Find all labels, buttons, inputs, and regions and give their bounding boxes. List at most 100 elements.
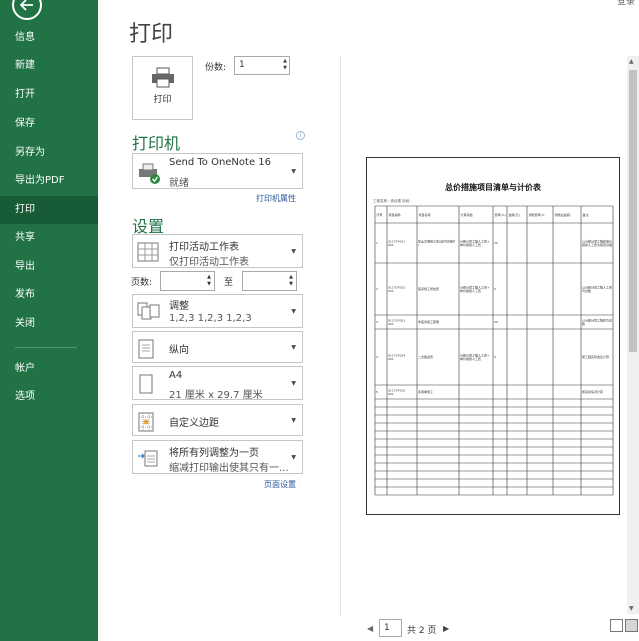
copies-input[interactable]: 1 ▲ ▼ [234,56,290,75]
sidebar-item[interactable]: 导出 [0,253,98,281]
sidebar-item[interactable]: 发布 [0,281,98,309]
pages-to-input[interactable]: ▲ ▼ [242,271,297,291]
margins-dropdown[interactable]: 自定义边距 ▼ [132,404,303,436]
table-cell: 4 [376,355,378,359]
print-what-dropdown[interactable]: 打印活动工作表 仅打印活动工作表 ▼ [132,234,303,268]
table-cell: 安全文明施工费(含环境保护 [418,238,455,243]
scaling-desc: 缩减打印输出使其只有一... [169,463,289,474]
table-cell: 为基数 [582,288,591,293]
table-cell: 非夜间施工照明 [418,319,439,324]
table-cell: 单价措施人工费 [460,242,481,247]
current-page-input[interactable]: 1 [379,619,402,637]
sidebar-item[interactable]: 打开 [0,81,98,109]
table-cell: 2 [376,287,378,291]
preview-scrollbar[interactable]: ▲ ▼ [627,56,639,614]
chevron-down-icon: ▼ [291,454,296,461]
worksheet-grid-icon [137,242,159,262]
scroll-down-icon[interactable]: ▼ [629,605,634,612]
table-cell: ) [418,243,419,247]
table-cell: 按实际情况计算 [582,389,603,394]
table-cell: 数 [582,321,585,326]
pages-from-spinner-icon[interactable]: ▲ ▼ [207,274,211,288]
chevron-down-icon: ▼ [291,417,296,424]
table-header-cell: 项目名称 [419,212,431,217]
scaling-dropdown[interactable]: 将所有列调整为一页 缩减打印输出使其只有一... ▼ [132,440,303,474]
table-cell: 001 [388,322,394,326]
sidebar-item[interactable]: 关闭 [0,310,98,338]
orientation-label: 纵向 [169,345,189,356]
table-header-cell: 序号 [377,212,383,217]
sidebar-item[interactable]: 共享 [0,224,98,252]
info-icon[interactable]: i [296,131,305,140]
paper-size-dropdown[interactable]: A4 21 厘米 x 29.7 厘米 ▼ [132,366,303,401]
sidebar-item[interactable]: 另存为 [0,139,98,167]
sidebar-item[interactable]: 导出为PDF [0,167,98,195]
collate-icon [137,302,160,320]
table-header-cell: 调整费率(% [529,212,545,217]
printer-heading: 打印机 [132,134,181,153]
printer-icon [152,67,174,88]
table-header-cell: 金额(元) [509,212,520,217]
zoom-to-page-icon[interactable] [625,619,638,632]
table-cell: 冬雨季施工 [418,389,433,394]
copies-spinner-arrows-icon[interactable]: ▲ ▼ [283,58,287,72]
collate-desc: 1,2,3 1,2,3 1,2,3 [169,313,252,324]
signin-link[interactable]: 登录 [617,0,635,7]
next-page-icon[interactable]: ▶ [443,624,449,633]
printer-properties-link[interactable]: 打印机属性 [256,193,296,204]
sidebar-item[interactable]: 信息 [0,24,98,52]
portrait-page-icon [138,339,154,359]
orientation-dropdown[interactable]: 纵向 ▼ [132,331,303,363]
pages-to-label: 至 [224,278,234,288]
sidebar-item[interactable]: 新建 [0,52,98,80]
back-arrow-icon [20,0,33,11]
chevron-down-icon: ▼ [291,344,296,351]
table-cell: 001 [388,243,394,247]
current-page-value: 1 [384,623,390,633]
table-header-cell: 调整后金额( [555,212,571,217]
copies-value: 1 [239,60,245,70]
table-header-cell: 备注 [583,212,589,217]
table-cell: 夜间施工增加费 [418,286,439,291]
scroll-thumb[interactable] [629,70,637,352]
chevron-down-icon: ▼ [291,248,296,255]
table-cell: 30 [494,320,498,324]
print-button[interactable]: 打印 [132,56,193,120]
scroll-up-icon[interactable]: ▲ [629,58,634,65]
print-preview-page: 总价措施项目清单与计价表 工程名称：综合楼 标段： 序号 项目编码 项目名称 计算基础… [366,157,620,515]
table-cell: 0 [494,355,496,359]
total-pages: 共 2 页 [407,626,437,636]
table-cell: 001 [388,289,394,293]
margins-icon [138,412,154,432]
pages-to-spinner-icon[interactable]: ▲ ▼ [289,274,293,288]
printer-dropdown[interactable]: Send To OneNote 16 就绪 ▼ [132,153,303,189]
page-setup-link[interactable]: 页面设置 [264,479,296,490]
excel-backstage-print: 信息 新建 打开 保存 另存为 导出为PDF 打印 共享 导出 发布 关闭 帐户 选项 登录 打印 打印… [0,0,639,641]
back-button[interactable] [12,0,42,20]
print-what-desc: 仅打印活动工作表 [169,257,249,268]
paper-icon [139,374,153,394]
sidebar-item[interactable]: 保存 [0,110,98,138]
chevron-down-icon: ▼ [291,308,296,315]
sidebar-item[interactable]: 选项 [0,383,98,411]
table-cell: 5 [376,390,378,394]
printer-name: Send To OneNote 16 [169,157,272,168]
table-cell: 001 [388,357,394,361]
sidebar-item[interactable]: 帐户 [0,355,98,383]
table-cell: 单价措施人工费 [460,356,481,361]
collate-dropdown[interactable]: 调整 1,2,3 1,2,3 1,2,3 ▼ [132,294,303,328]
printer-status: 就绪 [169,178,189,189]
pages-from-input[interactable]: ▲ ▼ [160,271,215,291]
table-header-cell: 项目编码 [389,212,401,217]
print-what-title: 打印活动工作表 [169,242,239,253]
printer-device-icon [139,163,160,184]
table-cell: 1 [376,241,378,245]
paper-size-name: A4 [169,370,183,381]
table-cell: 25 [494,241,498,245]
copies-label: 份数: [205,63,227,73]
chevron-down-icon: ▼ [291,168,296,175]
table-header-cell: 计算基础 [461,212,473,217]
previous-page-icon[interactable]: ◀ [367,624,373,633]
sidebar-item[interactable]: 打印 [0,196,98,224]
show-margins-icon[interactable] [610,619,623,632]
